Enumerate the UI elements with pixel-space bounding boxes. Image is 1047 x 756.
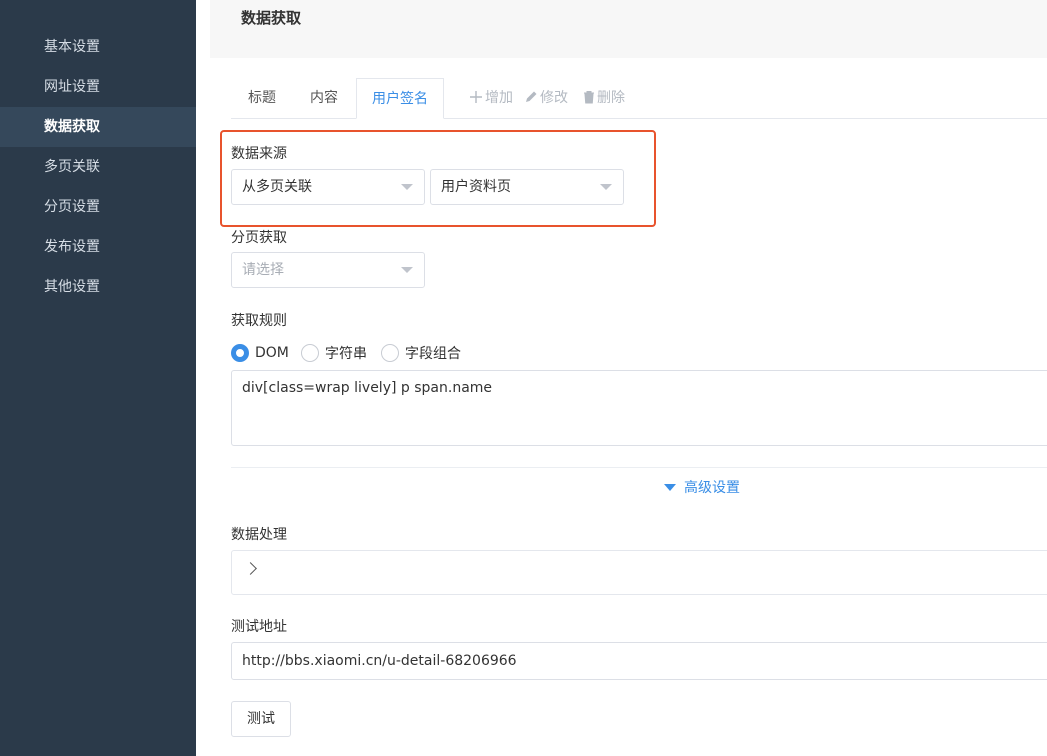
add-label: 增加 [485,90,513,106]
radio-field-combo[interactable]: 字段组合 [381,343,461,363]
data-source-page-select[interactable]: 用户资料页 [430,169,624,205]
test-url-input[interactable]: http://bbs.xiaomi.cn/u-detail-68206966 [231,642,1047,680]
chevron-down-icon [401,184,413,190]
processing-collapse[interactable] [231,550,1047,595]
radio-dom[interactable]: DOM [231,343,289,363]
radio-dot [231,344,249,362]
advanced-settings-toggle[interactable]: 高级设置 [664,477,740,497]
chevron-right-icon [244,562,257,575]
sidebar-item-basic-settings[interactable]: 基本设置 [0,27,196,67]
data-source-label: 数据来源 [231,146,287,162]
sidebar: 基本设置 网址设置 数据获取 多页关联 分页设置 发布设置 其他设置 [0,0,196,756]
radio-dom-label: DOM [255,345,289,361]
sidebar-item-url-settings[interactable]: 网址设置 [0,67,196,107]
data-source-select[interactable]: 从多页关联 [231,169,425,205]
radio-string-label: 字符串 [325,346,367,362]
sidebar-item-other[interactable]: 其他设置 [0,267,196,307]
test-button[interactable]: 测试 [231,701,291,737]
add-field-button[interactable]: 增加 [469,78,513,119]
caret-down-icon [664,483,676,491]
field-tabs: 标题 内容 用户签名 增加 修改 删除 [231,78,1047,119]
edit-label: 修改 [540,90,568,106]
delete-label: 删除 [597,90,625,106]
main-content: 数据获取 标题 内容 用户签名 增加 修改 删除 数据来源 从多页关联 用户资料… [196,0,1047,756]
rule-textarea[interactable]: div[class=wrap lively] p span.name [231,370,1047,446]
sidebar-item-pagination[interactable]: 分页设置 [0,187,196,227]
processing-label: 数据处理 [231,527,287,543]
radio-field-combo-label: 字段组合 [405,346,461,362]
tab-content[interactable]: 内容 [310,78,338,119]
pagination-label: 分页获取 [231,230,287,246]
radio-dot [301,344,319,362]
page-header: 数据获取 [210,0,1047,58]
tab-user-signature[interactable]: 用户签名 [356,78,444,119]
data-source-select-value: 从多页关联 [242,179,312,195]
sidebar-item-multi-page[interactable]: 多页关联 [0,147,196,187]
divider [231,467,1047,468]
edit-field-button[interactable]: 修改 [524,78,568,119]
data-source-page-select-value: 用户资料页 [441,179,511,195]
rule-textarea-value: div[class=wrap lively] p span.name [242,380,493,396]
advanced-settings-label: 高级设置 [684,480,740,496]
sidebar-item-data-fetch[interactable]: 数据获取 [0,107,196,147]
test-url-label: 测试地址 [231,619,287,635]
pagination-select[interactable]: 请选择 [231,252,425,288]
plus-icon [469,78,483,119]
tab-title[interactable]: 标题 [248,78,276,119]
chevron-down-icon [600,184,612,190]
pagination-select-placeholder: 请选择 [242,262,284,278]
radio-dot [381,344,399,362]
test-url-value: http://bbs.xiaomi.cn/u-detail-68206966 [242,653,517,669]
page-title: 数据获取 [241,9,302,27]
rule-label: 获取规则 [231,313,287,329]
sidebar-item-publish[interactable]: 发布设置 [0,227,196,267]
trash-icon [583,78,595,119]
pencil-icon [524,78,538,119]
delete-field-button[interactable]: 删除 [583,78,625,119]
radio-string[interactable]: 字符串 [301,343,367,363]
chevron-down-icon [401,267,413,273]
